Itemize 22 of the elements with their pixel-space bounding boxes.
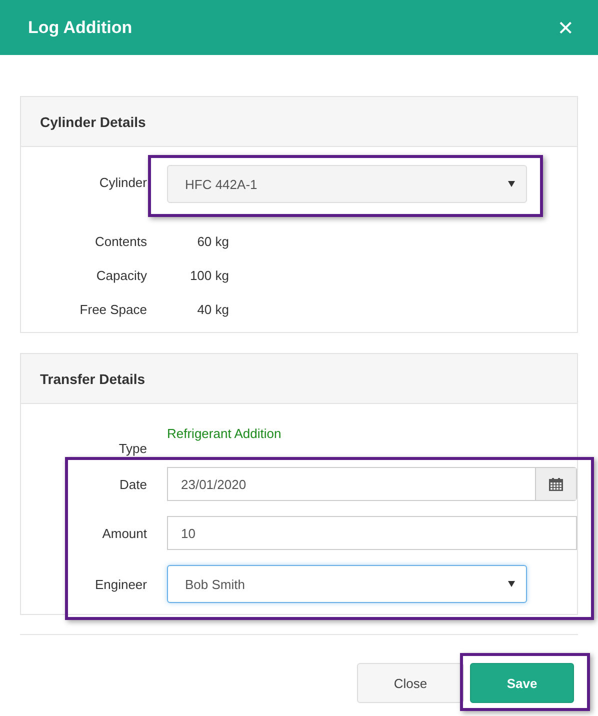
field-value: 60 kg [196, 234, 229, 248]
calendar-icon [549, 478, 563, 490]
field-label: Type [118, 441, 147, 456]
field-label: Cylinder [98, 174, 147, 190]
field-label: Amount [101, 526, 147, 540]
cylinder-select[interactable]: HFC 442A-1 [167, 165, 527, 203]
caret-icon [508, 581, 515, 587]
field-label: Contents [94, 234, 147, 248]
field-value: 40 kg [196, 302, 229, 316]
engineer-select[interactable]: Bob Smith [167, 565, 527, 603]
type-value: Refrigerant Addition [167, 426, 282, 441]
date-field[interactable]: 23/01/2020 [167, 467, 577, 501]
field-value: 100 kg [188, 268, 229, 282]
panel-title: Transfer Details [40, 370, 146, 386]
caret-icon [508, 181, 515, 187]
panel-title: Cylinder Details [40, 114, 146, 130]
field-label: Date [118, 476, 147, 492]
field-label: Capacity [95, 268, 147, 282]
amount-field[interactable]: 10 [167, 516, 577, 550]
field-label: Engineer [94, 576, 147, 592]
field-label: Free Space [78, 302, 147, 316]
dialog-title: Log Addition [28, 18, 132, 38]
